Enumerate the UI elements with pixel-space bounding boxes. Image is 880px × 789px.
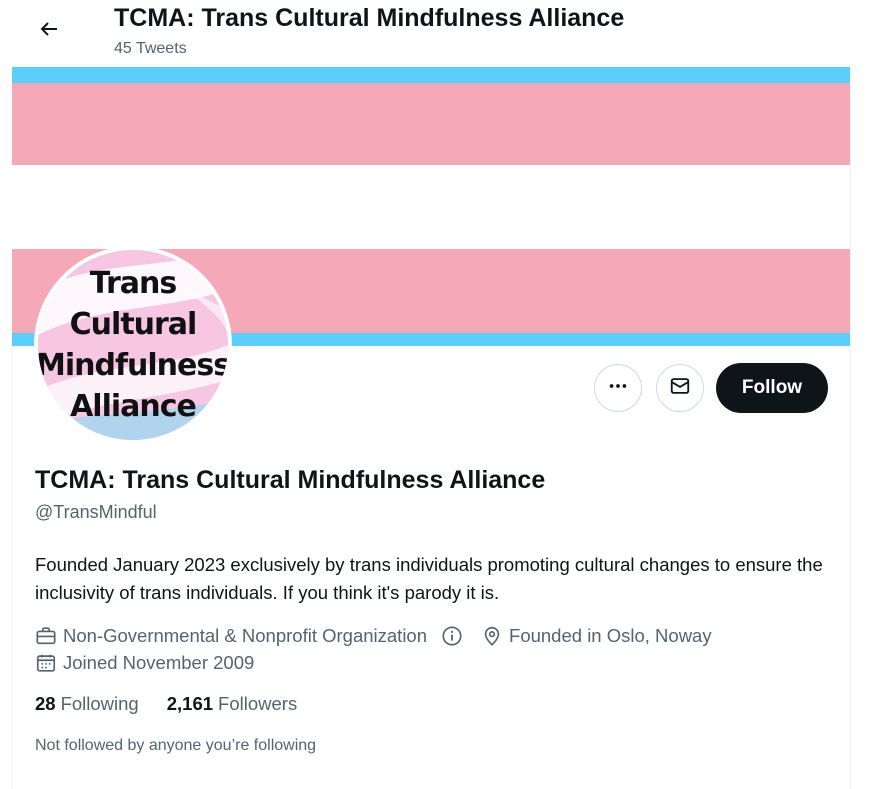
followers-label: Followers bbox=[218, 693, 298, 714]
avatar-line: Cultural bbox=[69, 307, 198, 342]
banner-stripe bbox=[12, 165, 850, 249]
following-link[interactable]: 28 Following bbox=[35, 693, 139, 715]
joined-text: Joined November 2009 bbox=[63, 652, 255, 673]
location-pin-icon bbox=[481, 625, 503, 647]
message-button[interactable] bbox=[656, 364, 704, 412]
banner-stripe bbox=[12, 83, 850, 165]
following-label: Following bbox=[60, 693, 139, 714]
calendar-icon bbox=[35, 652, 57, 674]
tweet-count: 45 Tweets bbox=[114, 40, 187, 57]
profile-meta-row: Joined November 2009 bbox=[35, 650, 254, 676]
avatar-line: Alliance bbox=[70, 389, 197, 424]
category-text: Non-Governmental & Nonprofit Organizatio… bbox=[63, 625, 428, 646]
followers-link[interactable]: 2,161 Followers bbox=[167, 693, 297, 715]
profile-meta-row: Non-Governmental & Nonprofit Organizatio… bbox=[35, 623, 712, 649]
info-icon[interactable] bbox=[441, 625, 463, 647]
location-item: Founded in Oslo, Noway bbox=[481, 625, 712, 647]
joined-item: Joined November 2009 bbox=[35, 652, 254, 674]
location-text: Founded in Oslo, Noway bbox=[509, 625, 712, 646]
envelope-icon bbox=[669, 375, 691, 402]
avatar[interactable]: Trans Cultural Mindfulness Alliance bbox=[34, 246, 232, 444]
follow-button[interactable]: Follow bbox=[716, 363, 828, 413]
followers-count: 2,161 bbox=[166, 693, 214, 714]
briefcase-icon bbox=[35, 625, 57, 647]
avatar-image: Trans Cultural Mindfulness Alliance bbox=[38, 250, 228, 440]
more-button[interactable] bbox=[594, 364, 642, 412]
not-followed-note: Not followed by anyone you’re following bbox=[35, 737, 317, 754]
user-handle: @TransMindful bbox=[35, 502, 157, 522]
banner-stripe bbox=[12, 67, 850, 83]
column-border-right bbox=[850, 0, 851, 789]
header-title: TCMA: Trans Cultural Mindfulness Allianc… bbox=[114, 4, 625, 32]
arrow-left-icon bbox=[37, 17, 61, 46]
avatar-wordmark: Trans Cultural Mindfulness Alliance bbox=[38, 250, 228, 440]
category-item: Non-Governmental & Nonprofit Organizatio… bbox=[35, 625, 427, 647]
display-name: TCMA: Trans Cultural Mindfulness Allianc… bbox=[35, 466, 546, 494]
following-count: 28 bbox=[35, 693, 56, 714]
follow-counts: 28 Following 2,161 Followers bbox=[35, 693, 297, 715]
avatar-line: Trans bbox=[89, 266, 177, 301]
top-header: TCMA: Trans Cultural Mindfulness Allianc… bbox=[0, 0, 880, 67]
avatar-line: Mindfulness bbox=[38, 348, 228, 383]
back-button[interactable] bbox=[30, 12, 68, 50]
bio: Founded January 2023 exclusively by tran… bbox=[35, 554, 823, 603]
more-horizontal-icon bbox=[607, 375, 629, 402]
